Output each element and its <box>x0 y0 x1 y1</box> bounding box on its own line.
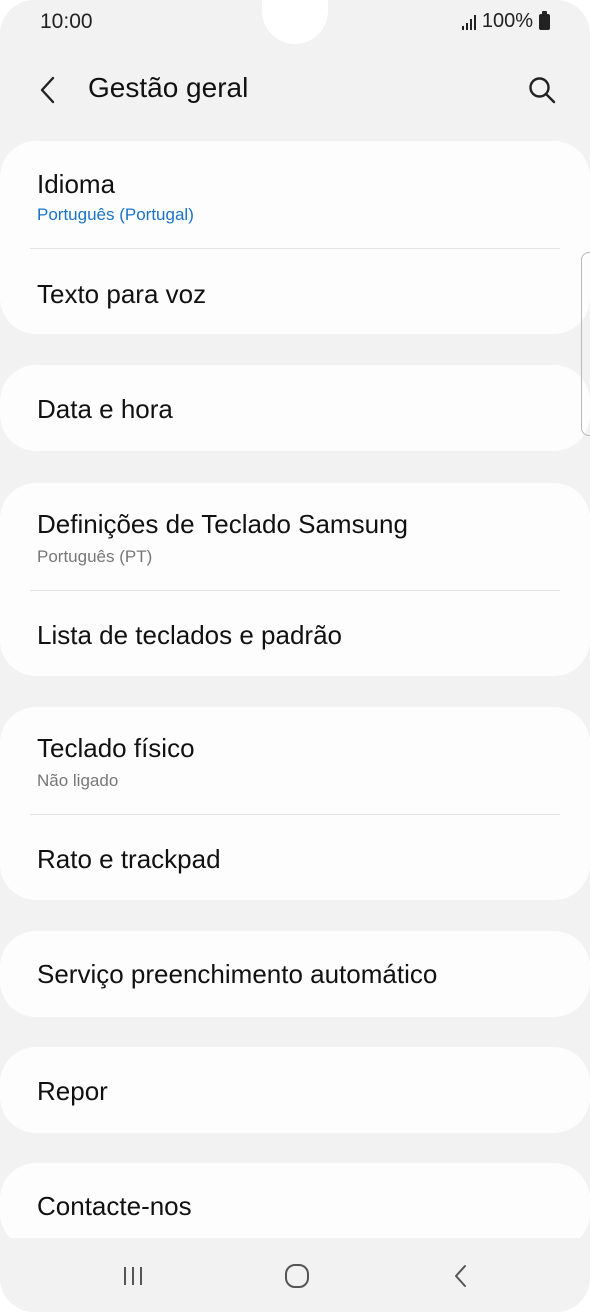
item-idioma[interactable]: Idioma Português (Portugal) <box>0 141 590 248</box>
item-title: Rato e trackpad <box>37 844 221 874</box>
item-title: Idioma <box>37 169 116 199</box>
item-lista-de-teclados[interactable]: Lista de teclados e padrão <box>0 591 590 676</box>
battery-icon <box>539 10 550 30</box>
camera-notch <box>262 0 328 44</box>
item-title: Repor <box>37 1076 108 1106</box>
item-title: Definições de Teclado Samsung <box>37 509 408 539</box>
card-reset: Repor <box>0 1047 590 1133</box>
signal-icon <box>461 14 476 30</box>
item-contacte-nos[interactable]: Contacte-nos <box>0 1163 590 1249</box>
search-icon <box>529 77 556 104</box>
recents-button[interactable] <box>103 1258 163 1294</box>
item-subtitle: Português (PT) <box>37 547 153 566</box>
card-keyboards: Definições de Teclado Samsung Português … <box>0 483 590 676</box>
item-title: Serviço preenchimento automático <box>37 959 438 989</box>
item-repor[interactable]: Repor <box>0 1047 590 1133</box>
card-language: Idioma Português (Portugal) Texto para v… <box>0 141 590 334</box>
battery-percent: 100% <box>481 10 533 32</box>
item-rato-e-trackpad[interactable]: Rato e trackpad <box>0 815 590 900</box>
home-icon <box>285 1264 309 1288</box>
item-title: Data e hora <box>37 394 173 424</box>
card-contact: Contacte-nos <box>0 1163 590 1249</box>
item-definicoes-teclado-samsung[interactable]: Definições de Teclado Samsung Português … <box>0 483 590 590</box>
recents-icon <box>124 1267 142 1285</box>
item-title: Lista de teclados e padrão <box>37 620 342 650</box>
settings-screen: 10:00 100% Gestão geral Idioma Português… <box>0 0 590 1312</box>
item-servico-preenchimento[interactable]: Serviço preenchimento automático <box>0 931 590 1017</box>
card-date-time: Data e hora <box>0 365 590 451</box>
search-button[interactable] <box>522 70 562 110</box>
item-subtitle: Não ligado <box>37 771 119 790</box>
item-data-e-hora[interactable]: Data e hora <box>0 365 590 451</box>
item-subtitle: Português (Portugal) <box>37 205 194 224</box>
status-bar: 10:00 100% <box>0 0 590 46</box>
item-texto-para-voz[interactable]: Texto para voz <box>0 249 590 334</box>
card-autofill: Serviço preenchimento automático <box>0 931 590 1017</box>
item-title: Teclado físico <box>37 733 195 763</box>
status-time: 10:00 <box>40 10 93 33</box>
back-icon <box>455 1265 466 1287</box>
home-button[interactable] <box>267 1258 327 1294</box>
back-button[interactable] <box>28 70 68 110</box>
status-indicators: 100% <box>461 10 550 33</box>
app-bar: Gestão geral <box>0 62 590 116</box>
navigation-bar <box>0 1238 590 1312</box>
back-nav-button[interactable] <box>431 1258 491 1294</box>
scrollbar[interactable] <box>581 252 590 436</box>
card-physical-input: Teclado físico Não ligado Rato e trackpa… <box>0 707 590 900</box>
chevron-left-icon <box>40 76 55 104</box>
item-teclado-fisico[interactable]: Teclado físico Não ligado <box>0 707 590 814</box>
item-title: Contacte-nos <box>37 1191 192 1221</box>
item-title: Texto para voz <box>37 279 207 309</box>
page-title: Gestão geral <box>88 72 249 103</box>
